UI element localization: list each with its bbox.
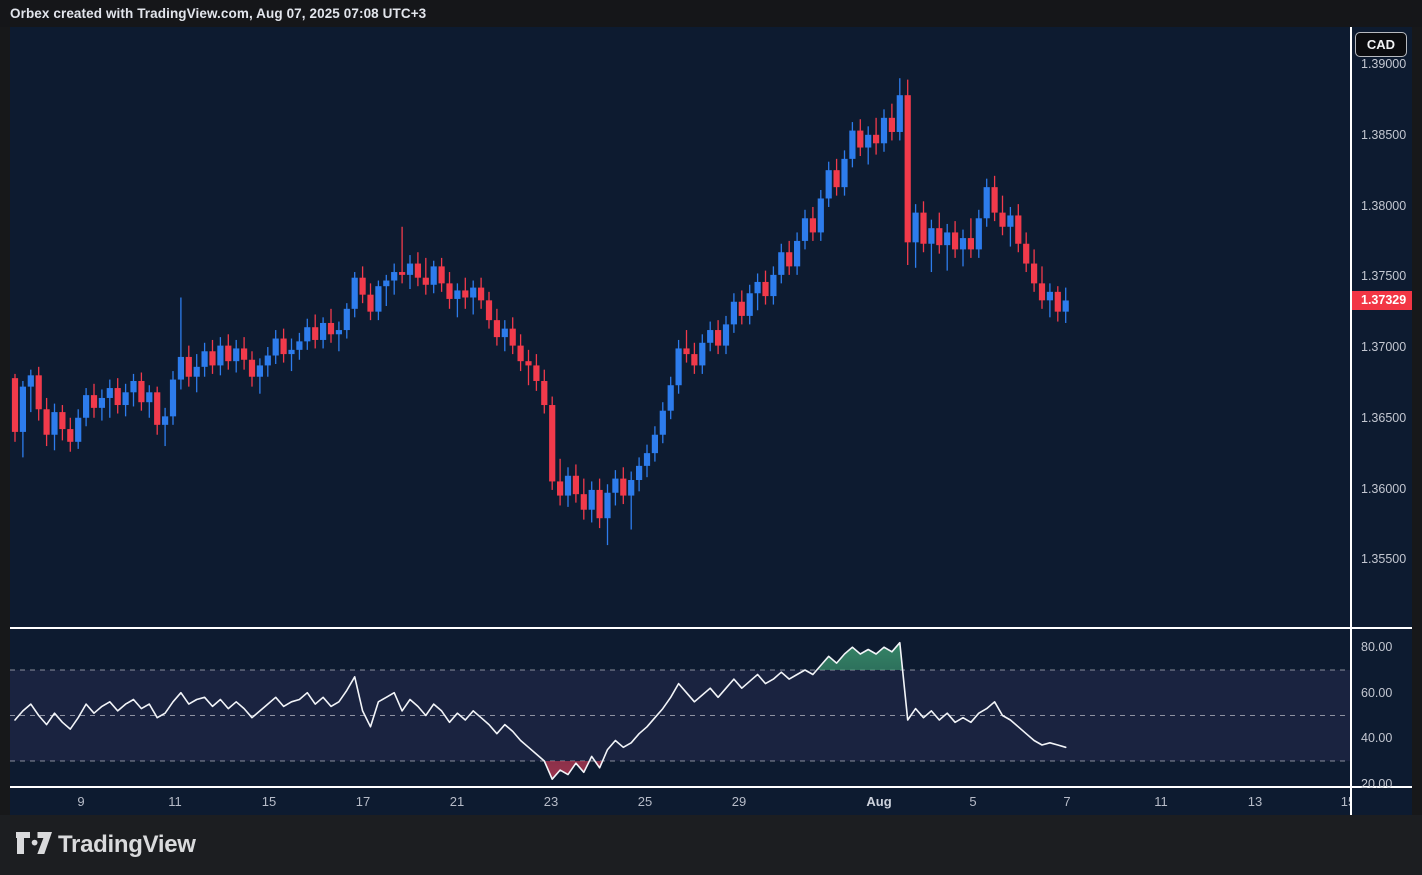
time-tick-label: 15 <box>1341 794 1350 809</box>
time-tick-label: 21 <box>450 794 464 809</box>
time-tick-label: 23 <box>544 794 558 809</box>
price-pane-candlesticks[interactable] <box>10 27 1350 628</box>
time-tick-label: 11 <box>1154 794 1168 809</box>
rsi-tick-label: 40.00 <box>1361 731 1392 745</box>
time-tick-label: 15 <box>262 794 276 809</box>
currency-badge[interactable]: CAD <box>1355 32 1407 57</box>
time-tick-label: 5 <box>969 794 976 809</box>
rsi-tick-label: 20.00 <box>1361 777 1392 791</box>
price-tick-label: 1.37000 <box>1361 340 1406 354</box>
time-tick-label: Aug <box>866 794 891 809</box>
time-tick-label: 29 <box>732 794 746 809</box>
price-tick-label: 1.38500 <box>1361 128 1406 142</box>
time-tick-label: 17 <box>356 794 370 809</box>
time-tick-label: 7 <box>1063 794 1070 809</box>
tradingview-brand-text[interactable]: TradingView <box>58 831 196 859</box>
rsi-tick-label: 60.00 <box>1361 686 1392 700</box>
chart-attribution-bar: Orbex created with TradingView.com, Aug … <box>0 0 1422 27</box>
price-tick-label: 1.36500 <box>1361 411 1406 425</box>
rsi-tick-label: 80.00 <box>1361 640 1392 654</box>
price-tick-label: 1.39000 <box>1361 57 1406 71</box>
rsi-indicator-pane[interactable] <box>10 629 1350 786</box>
price-tick-label: 1.38000 <box>1361 199 1406 213</box>
time-tick-label: 25 <box>638 794 652 809</box>
tradingview-chart-window: Orbex created with TradingView.com, Aug … <box>0 0 1422 875</box>
price-axis[interactable]: CAD 1.37329 1.39000 1.38500 1.38000 1.37500… <box>1352 27 1412 815</box>
time-tick-label: 11 <box>168 794 182 809</box>
time-tick-label: 13 <box>1248 794 1262 809</box>
price-tick-label: 1.35500 <box>1361 552 1406 566</box>
time-axis[interactable]: 9 11 15 17 21 23 25 29 Aug 5 7 11 13 15 <box>10 788 1350 815</box>
price-tick-label: 1.36000 <box>1361 482 1406 496</box>
tradingview-logo-icon[interactable] <box>16 832 52 861</box>
footer-bar: TradingView <box>0 815 1422 875</box>
chart-frame: 9 11 15 17 21 23 25 29 Aug 5 7 11 13 15 CAD 1.37329 1… <box>10 27 1412 815</box>
price-tick-label: 1.37500 <box>1361 269 1406 283</box>
time-tick-label: 9 <box>77 794 84 809</box>
chart-attribution-text: Orbex created with TradingView.com, Aug … <box>10 6 426 21</box>
last-price-tag: 1.37329 <box>1352 291 1412 310</box>
